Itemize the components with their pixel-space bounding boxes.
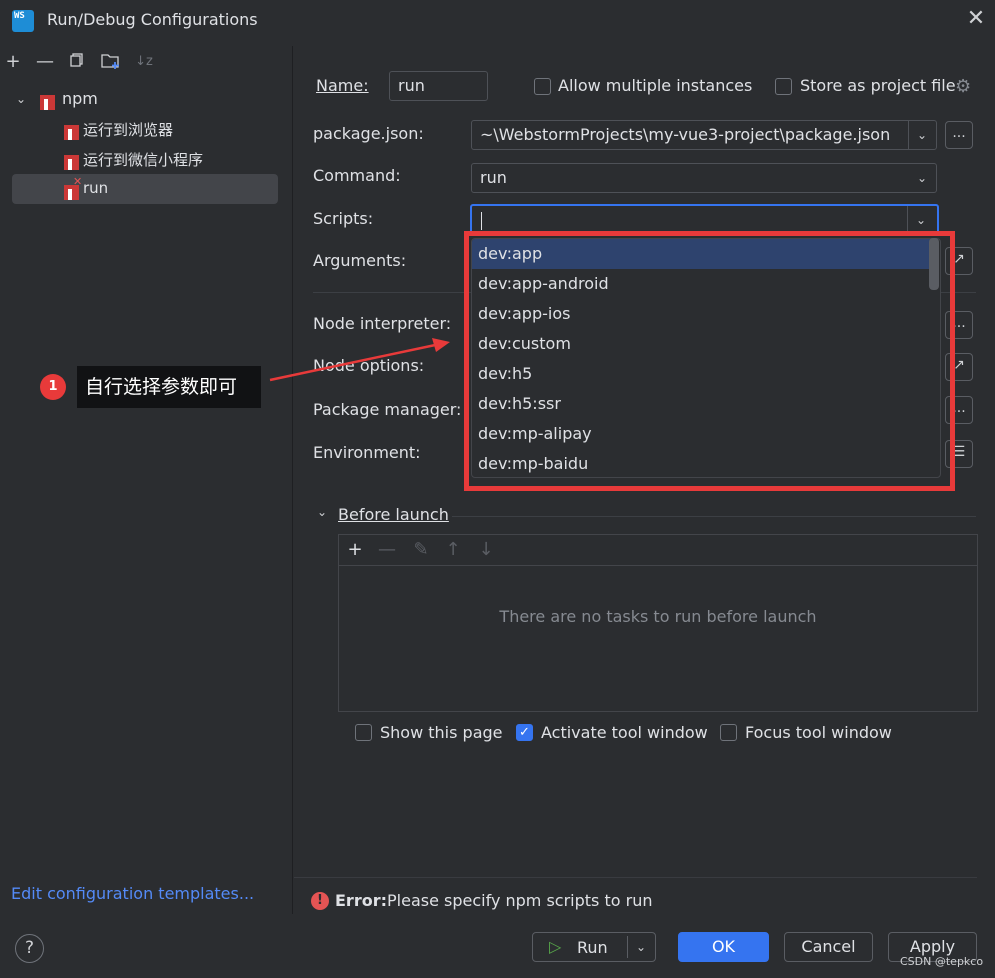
webstorm-app-icon: WS [12, 10, 34, 32]
chevron-down-icon[interactable]: ⌄ [912, 121, 932, 149]
divider [627, 936, 628, 958]
move-down-icon[interactable]: ↓ [476, 539, 496, 561]
name-input[interactable]: run [389, 71, 488, 101]
separator [294, 877, 977, 878]
store-project-label: Store as project file [800, 76, 956, 95]
tree-item-run[interactable]: run [83, 179, 108, 197]
npm-icon [64, 122, 79, 141]
allow-multiple-checkbox[interactable] [534, 78, 551, 95]
chevron-down-icon[interactable]: ⌄ [16, 92, 26, 106]
remove-icon[interactable]: — [377, 539, 397, 561]
package-json-input[interactable]: ~\WebstormProjects\my-vue3-project\packa… [471, 120, 937, 150]
command-label: Command: [313, 166, 401, 185]
package-json-label: package.json: [313, 124, 424, 143]
sort-icon[interactable]: ↓z [134, 52, 154, 72]
environment-label: Environment: [313, 443, 421, 462]
arguments-label: Arguments: [313, 251, 407, 270]
before-launch-title[interactable]: Before launch [338, 505, 449, 524]
annotation-callout: 自行选择参数即可 [77, 366, 261, 408]
command-select[interactable]: run [471, 163, 937, 193]
show-page-label: Show this page [380, 723, 503, 742]
error-label: Error: [335, 891, 387, 910]
focus-tool-checkbox[interactable] [720, 724, 737, 741]
browse-button[interactable]: ... [945, 121, 973, 149]
gear-icon[interactable]: ⚙ [955, 76, 971, 97]
chevron-down-icon[interactable]: ⌄ [631, 933, 651, 961]
cancel-button[interactable]: Cancel [784, 932, 873, 962]
npm-icon [40, 92, 55, 111]
add-icon[interactable]: + [345, 539, 365, 561]
npm-icon [64, 152, 79, 171]
error-message: Please specify npm scripts to run [387, 891, 653, 910]
edit-icon[interactable]: ✎ [411, 539, 431, 561]
chevron-down-icon[interactable]: ⌄ [911, 206, 931, 234]
move-up-icon[interactable]: ↑ [443, 539, 463, 561]
activate-tool-label: Activate tool window [541, 723, 708, 742]
package-manager-label: Package manager: [313, 400, 462, 419]
run-icon: ▷ [549, 937, 562, 956]
remove-icon[interactable]: — [35, 52, 55, 72]
annotation-badge: 1 [40, 374, 66, 400]
annotation-arrow [269, 338, 450, 382]
npm-error-icon: ✕ [64, 175, 82, 201]
copy-icon[interactable] [67, 52, 87, 72]
close-icon[interactable]: ✕ [964, 8, 988, 32]
tree-root-npm[interactable]: npm [62, 89, 98, 108]
run-button-label: Run [577, 938, 608, 957]
empty-tasks-message: There are no tasks to run before launch [499, 607, 817, 626]
chevron-down-icon[interactable]: ⌄ [317, 505, 327, 519]
chevron-down-icon[interactable]: ⌄ [912, 164, 932, 192]
name-label: Name: [316, 76, 369, 95]
scripts-label: Scripts: [313, 209, 374, 228]
edit-templates-link[interactable]: Edit configuration templates... [11, 884, 254, 903]
store-project-checkbox[interactable] [775, 78, 792, 95]
allow-multiple-label: Allow multiple instances [558, 76, 753, 95]
divider [907, 206, 908, 232]
separator [452, 516, 976, 517]
tree-item-browser[interactable]: 运行到浏览器 [83, 119, 173, 140]
scripts-combobox[interactable] [470, 204, 939, 234]
focus-tool-label: Focus tool window [745, 723, 892, 742]
command-value: run [480, 168, 507, 187]
show-page-checkbox[interactable] [355, 724, 372, 741]
add-icon[interactable]: + [3, 52, 23, 72]
tree-item-run-selected[interactable] [12, 174, 278, 204]
activate-tool-checkbox[interactable]: ✓ [516, 724, 533, 741]
before-launch-toolbar [339, 535, 977, 566]
error-icon: ! [311, 892, 329, 910]
divider [908, 121, 909, 149]
ok-button[interactable]: OK [678, 932, 769, 962]
package-json-value: ~\WebstormProjects\my-vue3-project\packa… [480, 125, 891, 144]
tree-item-wechat[interactable]: 运行到微信小程序 [83, 149, 203, 170]
help-icon[interactable]: ? [15, 934, 44, 963]
annotation-highlight-box [464, 231, 955, 491]
new-folder-icon[interactable] [101, 52, 121, 72]
watermark: CSDN @tepkco [900, 955, 984, 968]
window-title: Run/Debug Configurations [47, 10, 258, 29]
